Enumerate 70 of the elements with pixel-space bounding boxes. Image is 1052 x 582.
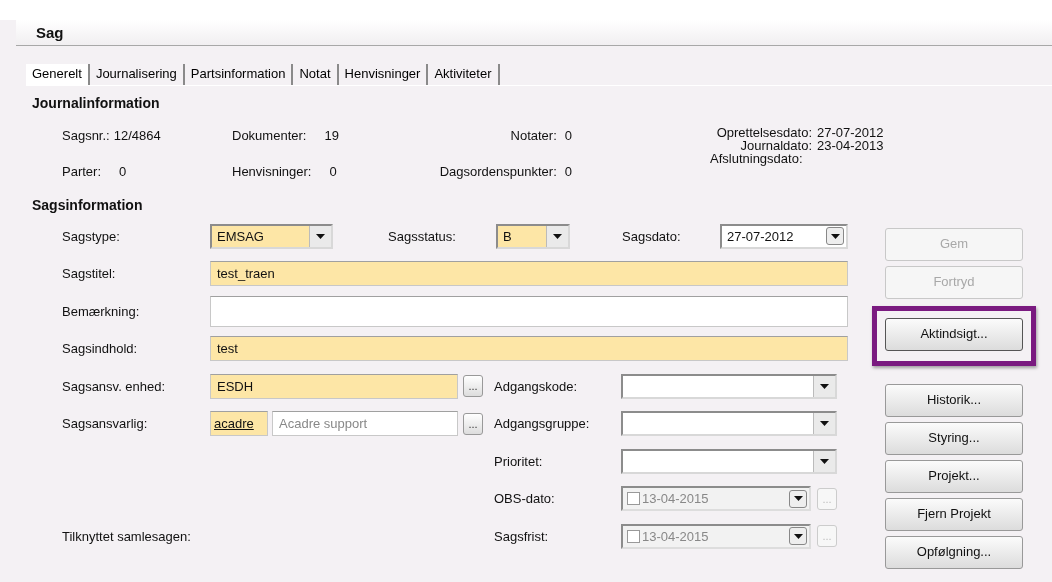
text-field[interactable]: test_traen	[210, 261, 848, 287]
date-field[interactable]: 27-07-2012	[720, 223, 848, 249]
text-field[interactable]: test	[210, 336, 848, 362]
field-value: 0	[564, 126, 572, 145]
field-label: Sagsstatus:	[388, 227, 457, 246]
action-button[interactable]: Historik...	[885, 383, 1023, 417]
field-label: Tilknyttet samlesagen:	[62, 527, 192, 546]
field-label: Henvisninger:	[232, 163, 312, 181]
dropdown-button[interactable]	[789, 489, 807, 508]
action-button[interactable]: Fjern Projekt	[885, 497, 1023, 531]
dropdown-button[interactable]	[546, 225, 568, 247]
dropdown-button[interactable]	[813, 413, 835, 435]
field-value: 0	[119, 163, 127, 181]
caret-icon	[830, 233, 840, 239]
field-value: 27-07-2012	[817, 125, 884, 139]
checkbox[interactable]	[627, 492, 640, 506]
field-label: Journaldato:	[740, 138, 812, 152]
text-field[interactable]: ESDH	[210, 373, 458, 399]
dropdown[interactable]: B	[496, 223, 570, 249]
field-value: 0	[329, 163, 337, 181]
field-label: Sagsfrist:	[494, 527, 550, 546]
action-button[interactable]: Opfølgning...	[885, 535, 1023, 569]
field-label: Adgangskode:	[494, 377, 579, 396]
field-label: Sagsansvarlig:	[62, 415, 149, 433]
dropdown-button[interactable]	[813, 375, 835, 397]
action-button[interactable]: Projekt...	[885, 459, 1023, 493]
checkbox[interactable]	[627, 529, 640, 543]
caret-icon	[820, 383, 829, 389]
field-value: 0	[564, 163, 572, 181]
field-value: 19	[324, 126, 339, 145]
action-button[interactable]: Aktindsigt...	[885, 317, 1023, 351]
field-label: Afslutningsdato:	[710, 151, 803, 165]
dropdown[interactable]: EMSAG	[210, 223, 333, 249]
browse-button[interactable]: ...	[463, 375, 483, 398]
caret-icon	[820, 421, 829, 427]
caret-icon	[316, 233, 325, 239]
text-field[interactable]: acadre	[210, 411, 268, 437]
field-label: OBS-dato:	[494, 490, 556, 508]
field-label: Sagsnr.:	[62, 126, 110, 145]
browse-button[interactable]: ...	[463, 412, 483, 435]
field-label: Sagsindhold:	[62, 340, 139, 358]
section-heading: Journalinformation	[32, 93, 161, 113]
field-label: Parter:	[62, 163, 101, 181]
field-label: Bemærkning:	[62, 302, 141, 321]
caret-icon	[793, 533, 803, 539]
field-label: Sagsansv. enhed:	[62, 377, 167, 396]
caret-icon	[793, 496, 803, 502]
field-label: Sagsdato:	[622, 227, 682, 246]
action-button[interactable]: Styring...	[885, 421, 1023, 455]
dropdown-button[interactable]	[309, 225, 331, 247]
field-label: Prioritet:	[494, 452, 544, 471]
field-value: 12/4864	[113, 126, 161, 145]
field-label: Dokumenter:	[232, 126, 307, 145]
field-label: Notater:	[510, 126, 557, 145]
dropdown-button[interactable]	[789, 527, 807, 546]
caret-icon	[553, 233, 562, 239]
window-title: Sag	[36, 24, 64, 41]
field-label: Sagstitel:	[62, 265, 117, 283]
field-label: Sagstype:	[62, 227, 121, 246]
field-label: Dagsordenspunkter:	[439, 163, 557, 181]
field-value: 23-04-2013	[817, 138, 884, 152]
text-field[interactable]	[210, 295, 848, 327]
field-label: Oprettelsesdato:	[716, 125, 812, 139]
tab[interactable]: Generelt	[26, 64, 90, 85]
field-label: Adgangsgruppe:	[494, 415, 591, 433]
text-field[interactable]: Acadre support	[272, 411, 458, 437]
caret-icon	[820, 458, 829, 464]
dropdown-button[interactable]	[826, 227, 844, 246]
dropdown-button[interactable]	[813, 450, 835, 472]
section-heading: Sagsinformation	[32, 195, 144, 215]
